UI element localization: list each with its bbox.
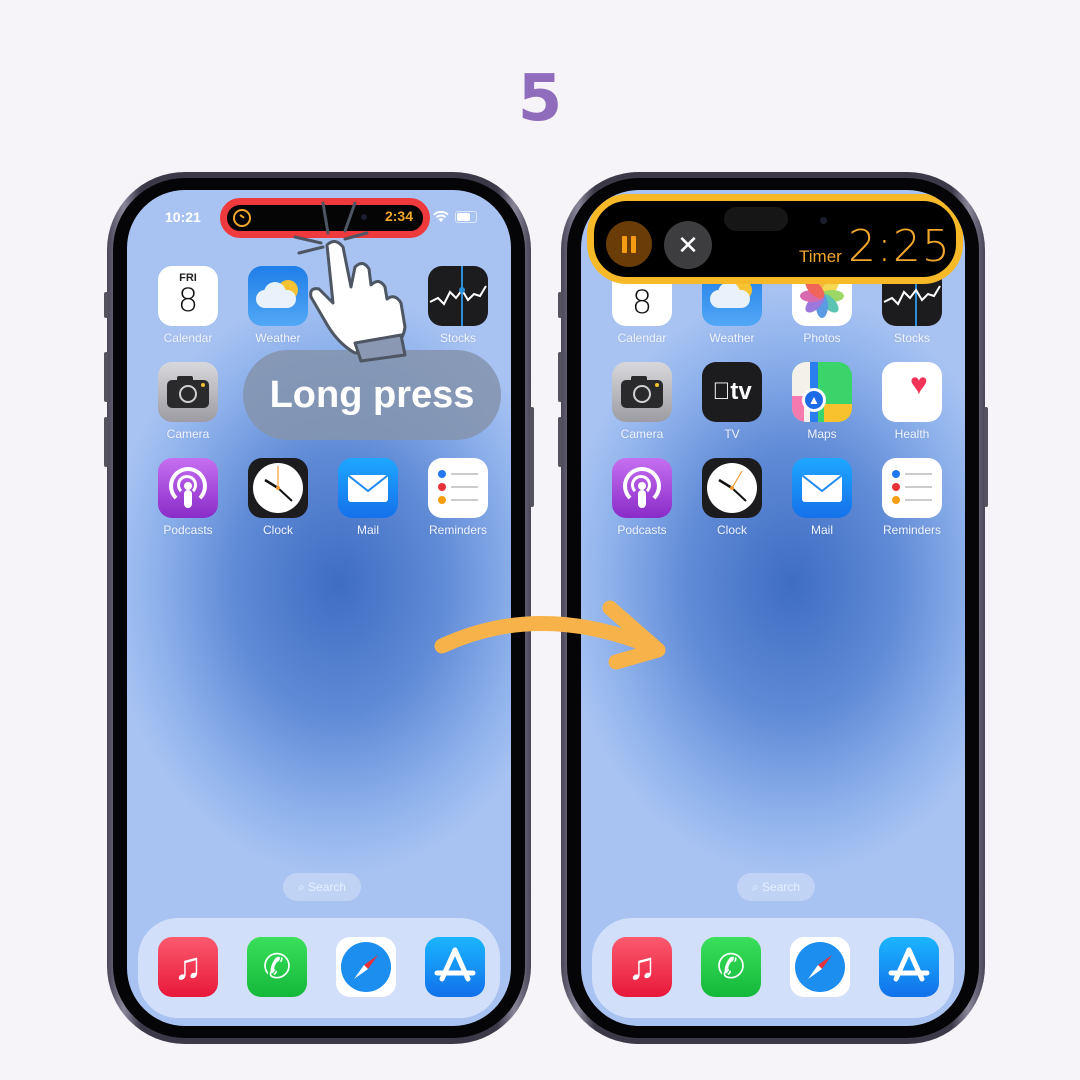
search-button[interactable]: ⌕ Search [737, 873, 815, 901]
reminders-icon [428, 458, 488, 518]
close-icon: ✕ [677, 230, 699, 260]
app-camera[interactable]: Camera [607, 362, 677, 441]
action-button [558, 292, 562, 318]
side-button [984, 407, 988, 507]
search-icon: ⌕ [297, 880, 305, 894]
safari-icon[interactable] [790, 937, 850, 997]
mail-icon [338, 458, 398, 518]
app-tv[interactable]: tv TV [697, 362, 767, 441]
app-podcasts[interactable]: Podcasts [153, 458, 223, 537]
podcasts-icon [158, 458, 218, 518]
camera-icon [612, 362, 672, 422]
wifi-icon [433, 211, 449, 222]
reminders-icon [882, 458, 942, 518]
health-icon: ♥ [882, 362, 942, 422]
mail-icon [792, 458, 852, 518]
maps-icon: ▲ [792, 362, 852, 422]
volume-down-button [104, 417, 108, 467]
step-number: 5 [517, 62, 563, 136]
volume-up-button [558, 352, 562, 402]
app-stocks[interactable]: Stocks [423, 266, 493, 345]
pause-icon [622, 235, 627, 253]
apple-tv-icon: tv [702, 362, 762, 422]
app-calendar[interactable]: FRI 8 Calendar [153, 266, 223, 345]
podcasts-icon [612, 458, 672, 518]
search-icon: ⌕ [751, 880, 759, 894]
app-mail[interactable]: Mail [333, 458, 403, 537]
action-button [104, 292, 108, 318]
app-store-icon[interactable] [879, 937, 939, 997]
close-button[interactable]: ✕ [664, 221, 712, 269]
timer-icon [233, 209, 251, 227]
pointing-hand-icon [293, 201, 407, 363]
app-reminders[interactable]: Reminders [877, 458, 947, 537]
battery-icon [455, 211, 477, 223]
clock-icon [702, 458, 762, 518]
sensor-pill [724, 207, 788, 231]
app-clock[interactable]: Clock [697, 458, 767, 537]
search-button[interactable]: ⌕ Search [283, 873, 361, 901]
app-store-icon[interactable] [425, 937, 485, 997]
volume-up-button [104, 352, 108, 402]
app-camera[interactable]: Camera [153, 362, 223, 441]
dock: ♫ ✆ [138, 918, 500, 1018]
side-button [530, 407, 534, 507]
phone-icon[interactable]: ✆ [701, 937, 761, 997]
camera-icon [158, 362, 218, 422]
calendar-icon: FRI 8 [158, 266, 218, 326]
app-clock[interactable]: Clock [243, 458, 313, 537]
clock-icon [248, 458, 308, 518]
status-time: 10:21 [165, 209, 201, 225]
music-icon[interactable]: ♫ [158, 937, 218, 997]
app-maps[interactable]: ▲ Maps [787, 362, 857, 441]
timer-label: Timer [799, 247, 842, 266]
phone-icon[interactable]: ✆ [247, 937, 307, 997]
app-podcasts[interactable]: Podcasts [607, 458, 677, 537]
safari-icon[interactable] [336, 937, 396, 997]
music-icon[interactable]: ♫ [612, 937, 672, 997]
stocks-icon [428, 266, 488, 326]
transition-arrow-icon [434, 600, 666, 670]
timer-remaining: 2:25 [848, 221, 951, 272]
front-camera [820, 217, 827, 224]
app-mail[interactable]: Mail [787, 458, 857, 537]
volume-down-button [558, 417, 562, 467]
pause-button[interactable] [606, 221, 652, 267]
dynamic-island-expanded: ✕ Timer 2:25 [587, 194, 963, 284]
app-health[interactable]: ♥ Health [877, 362, 947, 441]
dock: ♫ ✆ [592, 918, 954, 1018]
app-reminders[interactable]: Reminders [423, 458, 493, 537]
